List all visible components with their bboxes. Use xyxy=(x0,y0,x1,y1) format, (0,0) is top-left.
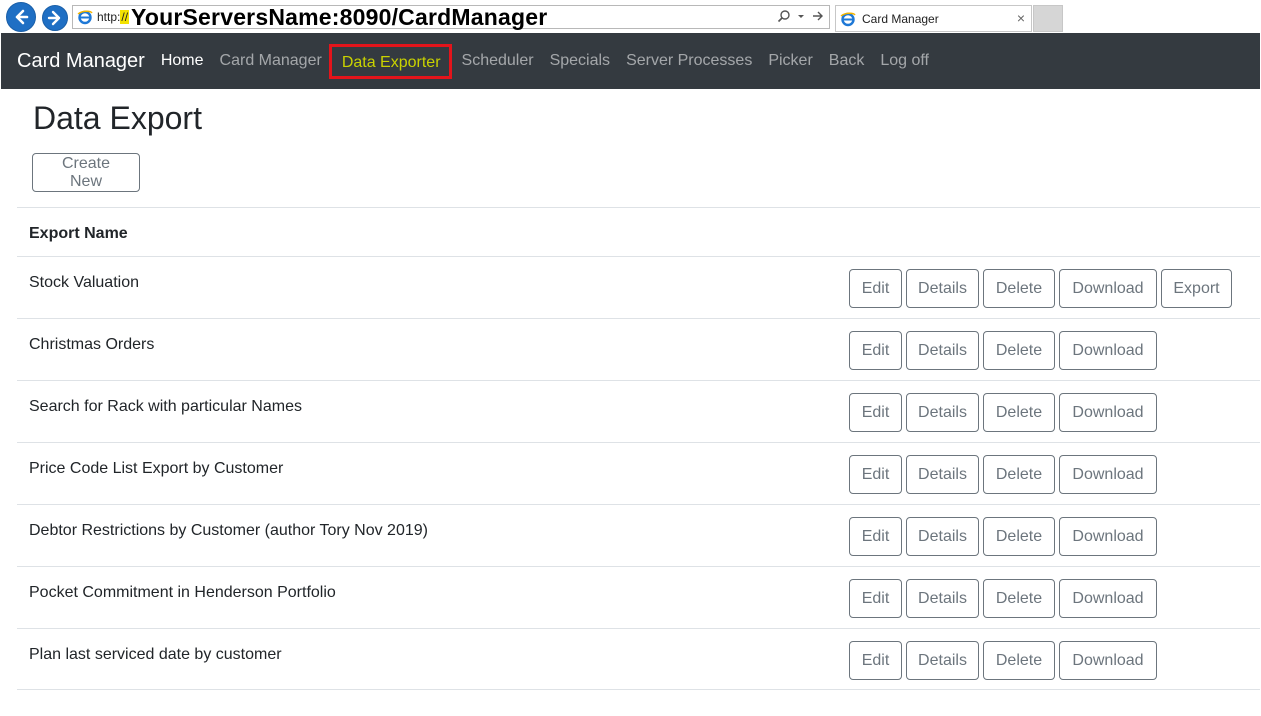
new-tab-button[interactable] xyxy=(1033,5,1063,32)
details-button[interactable]: Details xyxy=(906,331,979,370)
nav-home[interactable]: Home xyxy=(153,52,212,70)
row-actions: Edit Details Delete Download xyxy=(849,331,1157,370)
download-button[interactable]: Download xyxy=(1059,331,1157,370)
export-name: Pocket Commitment in Henderson Portfolio xyxy=(29,584,336,601)
delete-button[interactable]: Delete xyxy=(983,517,1055,556)
tab-title: Card Manager xyxy=(862,11,939,26)
table-row: Plan last serviced date by customer Edit D… xyxy=(17,628,1260,690)
export-table: Export Name Stock Valuation Edit Details De… xyxy=(17,207,1260,690)
delete-button[interactable]: Delete xyxy=(983,455,1055,494)
page-title: Data Export xyxy=(33,100,202,136)
table-row: Christmas Orders Edit Details Delete Downloa… xyxy=(17,318,1260,380)
row-actions: Edit Details Delete Download xyxy=(849,517,1157,556)
navbar: Card Manager Home Card Manager Data Expo… xyxy=(1,33,1260,89)
edit-button[interactable]: Edit xyxy=(849,455,902,494)
row-actions: Edit Details Delete Download xyxy=(849,579,1157,618)
table-row: Price Code List Export by Customer Edit De… xyxy=(17,442,1260,504)
table-row: Debtor Restrictions by Customer (author … xyxy=(17,504,1260,566)
nav-log-off[interactable]: Log off xyxy=(872,52,937,70)
download-button[interactable]: Download xyxy=(1059,641,1157,680)
export-name: Search for Rack with particular Names xyxy=(29,398,302,415)
nav-picker[interactable]: Picker xyxy=(760,52,820,70)
create-new-button[interactable]: Create New xyxy=(32,153,140,192)
edit-button[interactable]: Edit xyxy=(849,393,902,432)
go-arrow-icon[interactable] xyxy=(811,9,825,23)
nav-specials[interactable]: Specials xyxy=(542,52,618,70)
details-button[interactable]: Details xyxy=(906,269,979,308)
delete-button[interactable]: Delete xyxy=(983,331,1055,370)
nav-data-exporter[interactable]: Data Exporter xyxy=(328,43,452,79)
table-row: Stock Valuation Edit Details Delete Download… xyxy=(17,256,1260,318)
delete-button[interactable]: Delete xyxy=(983,641,1055,680)
browser-back-button[interactable] xyxy=(6,2,36,32)
browser-forward-button[interactable] xyxy=(42,5,68,31)
nav-back[interactable]: Back xyxy=(821,52,873,70)
close-tab-icon[interactable]: × xyxy=(1017,10,1025,26)
delete-button[interactable]: Delete xyxy=(983,579,1055,618)
row-actions: Edit Details Delete Download xyxy=(849,455,1157,494)
export-name: Debtor Restrictions by Customer (author … xyxy=(29,522,428,539)
row-actions: Edit Details Delete Download xyxy=(849,393,1157,432)
nav-scheduler[interactable]: Scheduler xyxy=(454,52,542,70)
url-protocol: http: xyxy=(97,10,121,24)
export-name: Stock Valuation xyxy=(29,274,139,291)
download-button[interactable]: Download xyxy=(1059,455,1157,494)
download-button[interactable]: Download xyxy=(1059,579,1157,618)
search-icon[interactable] xyxy=(777,9,791,23)
nav-card-manager[interactable]: Card Manager xyxy=(212,52,330,70)
details-button[interactable]: Details xyxy=(906,517,979,556)
browser-chrome: http: // YourServersName:8090/CardManage… xyxy=(0,0,1261,33)
ie-logo-icon xyxy=(77,10,93,25)
export-name: Price Code List Export by Customer xyxy=(29,460,284,477)
export-name: Plan last serviced date by customer xyxy=(29,646,282,663)
edit-button[interactable]: Edit xyxy=(849,641,902,680)
arrow-left-icon xyxy=(15,9,29,25)
edit-button[interactable]: Edit xyxy=(849,331,902,370)
address-tools xyxy=(777,9,825,23)
edit-button[interactable]: Edit xyxy=(849,579,902,618)
download-button[interactable]: Download xyxy=(1059,269,1157,308)
row-actions: Edit Details Delete Download xyxy=(849,641,1157,680)
edit-button[interactable]: Edit xyxy=(849,517,902,556)
details-button[interactable]: Details xyxy=(906,579,979,618)
edit-button[interactable]: Edit xyxy=(849,269,902,308)
table-header-row: Export Name xyxy=(17,207,1260,256)
nav-server-processes[interactable]: Server Processes xyxy=(618,52,760,70)
url-slashes: // xyxy=(120,10,130,24)
export-name: Christmas Orders xyxy=(29,336,155,353)
dropdown-icon[interactable] xyxy=(797,9,805,23)
details-button[interactable]: Details xyxy=(906,393,979,432)
delete-button[interactable]: Delete xyxy=(983,269,1055,308)
column-header-export-name: Export Name xyxy=(29,225,128,242)
browser-tab[interactable]: Card Manager × xyxy=(835,5,1032,32)
arrow-right-icon xyxy=(47,10,61,26)
download-button[interactable]: Download xyxy=(1059,393,1157,432)
table-row: Search for Rack with particular Names Edi… xyxy=(17,380,1260,442)
url-text: YourServersName:8090/CardManager xyxy=(131,3,548,30)
address-bar[interactable]: http: // YourServersName:8090/CardManage… xyxy=(72,3,830,30)
table-row: Pocket Commitment in Henderson Portfolio… xyxy=(17,566,1260,628)
tab-ie-icon xyxy=(840,12,856,26)
export-button[interactable]: Export xyxy=(1161,269,1232,308)
details-button[interactable]: Details xyxy=(906,455,979,494)
navbar-brand[interactable]: Card Manager xyxy=(17,50,145,73)
delete-button[interactable]: Delete xyxy=(983,393,1055,432)
download-button[interactable]: Download xyxy=(1059,517,1157,556)
row-actions: Edit Details Delete Download Export xyxy=(849,269,1232,308)
details-button[interactable]: Details xyxy=(906,641,979,680)
